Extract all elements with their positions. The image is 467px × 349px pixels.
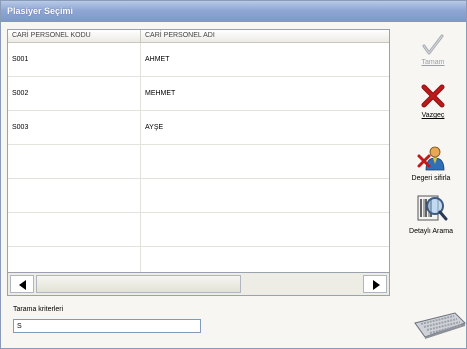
keyboard-button[interactable]	[411, 309, 467, 341]
cancel-button[interactable]: Vazgeç	[401, 83, 465, 119]
cancel-label: Vazgeç	[421, 112, 445, 119]
reset-value-button[interactable]: Degeri sifirla	[399, 144, 463, 182]
ok-label: Tamam	[421, 59, 445, 66]
detailed-search-label: Detaylı Arama	[409, 228, 453, 235]
arrow-right-icon	[373, 280, 380, 290]
ok-button[interactable]: Tamam	[401, 34, 465, 66]
cell-name[interactable]	[141, 213, 389, 246]
criteria-input[interactable]	[13, 319, 201, 333]
cell-code[interactable]: S003	[8, 111, 141, 144]
search-scan-icon	[417, 195, 448, 221]
column-header-code[interactable]: CARİ PERSONEL KODU	[8, 30, 141, 42]
horizontal-scrollbar[interactable]	[7, 272, 390, 296]
cell-code[interactable]: S001	[8, 43, 141, 76]
scroll-right-button[interactable]	[363, 275, 387, 293]
scroll-left-button[interactable]	[10, 275, 34, 293]
cell-name[interactable]: AHMET	[141, 43, 389, 76]
table-row[interactable]: S003 AYŞE	[8, 111, 389, 145]
cell-name[interactable]	[141, 145, 389, 178]
cell-code[interactable]: S002	[8, 77, 141, 110]
keyboard-icon	[414, 312, 466, 339]
cell-code[interactable]	[8, 213, 141, 246]
cell-code[interactable]	[8, 145, 141, 178]
reset-user-icon	[417, 146, 445, 171]
cell-name[interactable]: MEHMET	[141, 77, 389, 110]
grid-header: CARİ PERSONEL KODU CARİ PERSONEL ADI	[8, 30, 389, 43]
dialog-window: Plasiyer Seçimi CARİ PERSONEL KODU CARİ …	[0, 0, 467, 349]
check-icon	[422, 34, 444, 55]
cell-name[interactable]: AYŞE	[141, 111, 389, 144]
table-row[interactable]	[8, 145, 389, 179]
criteria-label: Tarama kriterleri	[13, 306, 64, 313]
table-row[interactable]	[8, 213, 389, 247]
column-header-name[interactable]: CARİ PERSONEL ADI	[141, 30, 389, 42]
window-title: Plasiyer Seçimi	[1, 1, 466, 22]
table-row[interactable]: S001 AHMET	[8, 43, 389, 77]
arrow-left-icon	[19, 280, 26, 290]
cell-code[interactable]	[8, 179, 141, 212]
reset-value-label: Degeri sifirla	[411, 175, 451, 182]
scroll-thumb[interactable]	[36, 275, 241, 293]
cancel-x-icon	[421, 84, 445, 108]
personnel-grid[interactable]: CARİ PERSONEL KODU CARİ PERSONEL ADI S00…	[7, 29, 390, 296]
table-row[interactable]	[8, 179, 389, 213]
table-row[interactable]: S002 MEHMET	[8, 77, 389, 111]
detailed-search-button[interactable]: Detaylı Arama	[399, 193, 463, 235]
cell-name[interactable]	[141, 179, 389, 212]
